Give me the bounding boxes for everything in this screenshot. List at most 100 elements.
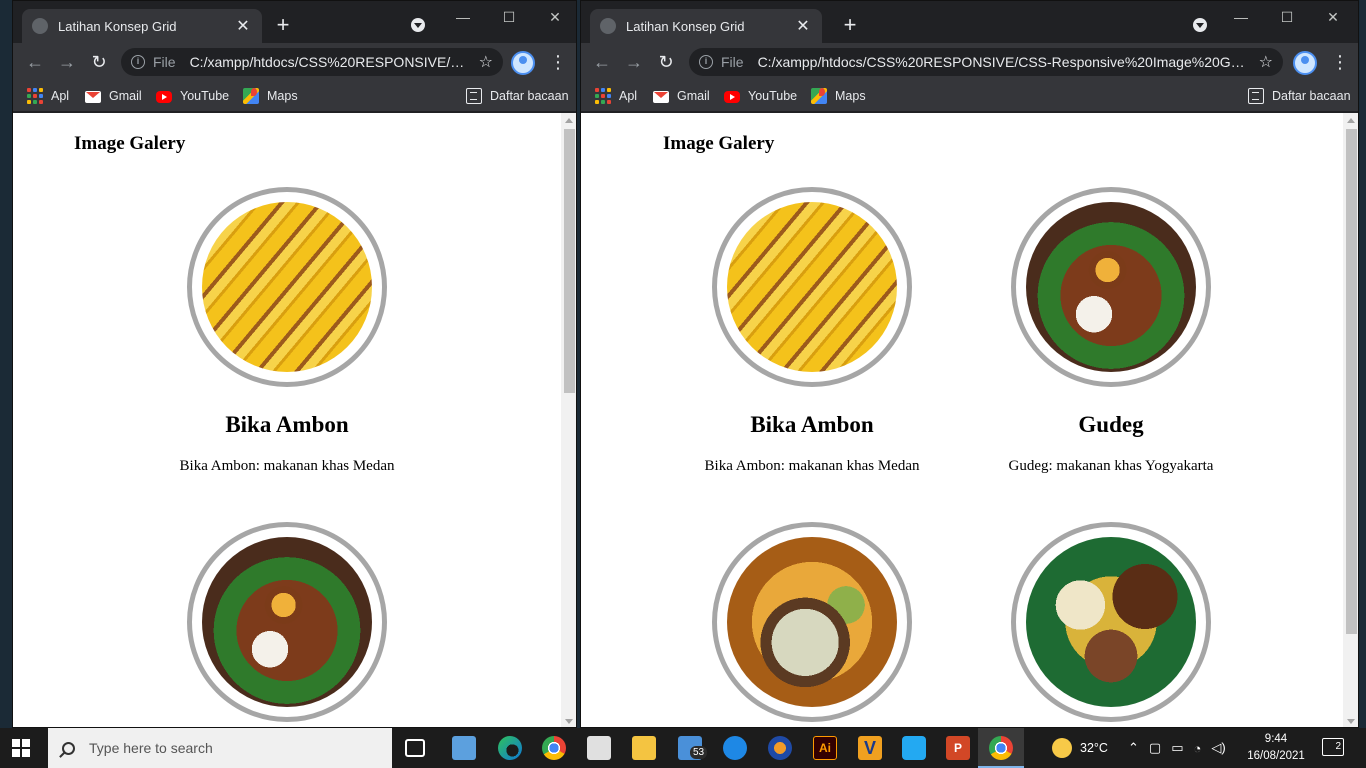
- chevron-up-icon[interactable]: ⌃: [1128, 740, 1139, 756]
- card-title: Bika Ambon: [750, 412, 874, 437]
- image-frame: [712, 522, 912, 722]
- profile-avatar[interactable]: [1293, 51, 1317, 75]
- url-text[interactable]: C:/xampp/htdocs/CSS%20RESPONSIVE/CSS-Res…: [758, 54, 1251, 70]
- battery-icon[interactable]: ▭: [1171, 740, 1183, 756]
- back-icon[interactable]: ←: [591, 51, 613, 73]
- card-caption: Gudeg: makanan khas Yogyakarta: [1008, 458, 1214, 474]
- security-icon[interactable]: ▢: [1149, 740, 1161, 756]
- maximize-button[interactable]: ☐: [1264, 5, 1310, 29]
- reload-icon[interactable]: ↻: [88, 51, 110, 73]
- tab-search-icon[interactable]: [1193, 18, 1207, 32]
- reading-list-label: Daftar bacaan: [1272, 89, 1351, 103]
- close-window-button[interactable]: ✕: [1310, 5, 1356, 29]
- minimize-button[interactable]: —: [440, 5, 486, 29]
- bookmark-youtube[interactable]: YouTube: [724, 87, 797, 105]
- forward-icon[interactable]: →: [623, 51, 645, 73]
- vertical-scrollbar[interactable]: [1343, 113, 1358, 727]
- reading-list-button[interactable]: Daftar bacaan: [466, 87, 569, 105]
- profile-avatar[interactable]: [511, 51, 535, 75]
- file-explorer-icon[interactable]: [632, 736, 656, 760]
- bookmark-apps[interactable]: Apl: [595, 87, 637, 105]
- bookmark-label: YouTube: [748, 89, 798, 103]
- taskbar-search-box[interactable]: Type here to search: [48, 728, 392, 768]
- tab-search-icon[interactable]: [411, 18, 425, 32]
- bookmark-label: Gmail: [109, 89, 142, 103]
- new-tab-button[interactable]: +: [271, 13, 295, 37]
- scroll-up-arrow[interactable]: [565, 118, 573, 123]
- browser-toolbar: ← → ↻ i File C:/xampp/htdocs/CSS%20RESPO…: [13, 43, 576, 81]
- bookmarks-bar: Apl Gmail YouTube Maps Daftar bacaan: [581, 81, 1358, 112]
- task-view-icon[interactable]: [405, 739, 425, 757]
- image-frame: [1011, 187, 1211, 387]
- mail-badge: 53: [690, 746, 708, 759]
- reload-icon[interactable]: ↻: [655, 51, 677, 73]
- browser-tab[interactable]: Latihan Konsep Grid ✕: [22, 9, 262, 43]
- scrollbar-thumb[interactable]: [1346, 129, 1357, 634]
- mixed-dish-photo: [1026, 537, 1196, 707]
- control-panel-icon[interactable]: [452, 736, 476, 760]
- firefox-icon[interactable]: [768, 736, 792, 760]
- bookmark-gmail[interactable]: Gmail: [653, 87, 710, 105]
- bookmark-star-icon[interactable]: ☆: [1259, 52, 1273, 72]
- illustrator-icon[interactable]: Ai: [813, 736, 837, 760]
- windows-start-icon[interactable]: [12, 739, 30, 757]
- chrome-active-icon[interactable]: [989, 736, 1013, 760]
- volume-icon[interactable]: ◁): [1211, 740, 1225, 756]
- scroll-down-arrow[interactable]: [565, 719, 573, 724]
- page-title: Image Galery: [74, 133, 186, 154]
- bookmark-maps[interactable]: Maps: [243, 87, 298, 105]
- clock[interactable]: 9:44 16/08/2021: [1244, 731, 1308, 765]
- card-title: Bika Ambon: [225, 412, 349, 437]
- card-title: Gudeg: [1078, 412, 1144, 437]
- bookmark-gmail[interactable]: Gmail: [85, 87, 142, 105]
- weather-widget[interactable]: 32°C: [1052, 728, 1108, 768]
- maps-icon: [243, 88, 259, 104]
- edge-icon[interactable]: [498, 736, 522, 760]
- info-icon[interactable]: i: [131, 55, 145, 69]
- scroll-down-arrow[interactable]: [1347, 719, 1355, 724]
- address-bar[interactable]: i File C:/xampp/htdocs/CSS%20RESPONSIVE/…: [689, 48, 1283, 76]
- menu-icon[interactable]: ⋮: [1331, 51, 1349, 73]
- vscode-icon[interactable]: [902, 736, 926, 760]
- back-icon[interactable]: ←: [24, 51, 46, 73]
- maps-icon: [811, 88, 827, 104]
- globe-icon: [32, 18, 48, 34]
- minimize-button[interactable]: —: [1218, 5, 1264, 29]
- title-bar[interactable]: Latihan Konsep Grid ✕ + — ☐ ✕: [581, 1, 1358, 43]
- forward-icon[interactable]: →: [56, 51, 78, 73]
- info-icon[interactable]: i: [699, 55, 713, 69]
- bookmark-youtube[interactable]: YouTube: [156, 87, 229, 105]
- title-bar[interactable]: Latihan Konsep Grid ✕ + — ☐ ✕: [13, 1, 576, 43]
- menu-icon[interactable]: ⋮: [549, 51, 567, 73]
- vertical-scrollbar[interactable]: [561, 113, 576, 727]
- card-caption: Bika Ambon: makanan khas Medan: [704, 458, 920, 474]
- scrollbar-thumb[interactable]: [564, 129, 575, 393]
- url-text[interactable]: C:/xampp/htdocs/CSS%20RESPONSIVE/C...: [190, 54, 471, 70]
- bookmark-maps[interactable]: Maps: [811, 87, 866, 105]
- scheme-label: File: [153, 54, 176, 70]
- app-icon[interactable]: [723, 736, 747, 760]
- bookmark-apps[interactable]: Apl: [27, 87, 69, 105]
- close-window-button[interactable]: ✕: [532, 5, 576, 29]
- reading-list-icon: [466, 88, 482, 104]
- bookmark-star-icon[interactable]: ☆: [479, 52, 493, 72]
- new-tab-button[interactable]: +: [838, 13, 862, 37]
- reading-list-button[interactable]: Daftar bacaan: [1248, 87, 1351, 105]
- visual-paradigm-icon[interactable]: V: [858, 736, 882, 760]
- chrome-icon[interactable]: [542, 736, 566, 760]
- store-icon[interactable]: [587, 736, 611, 760]
- address-bar[interactable]: i File C:/xampp/htdocs/CSS%20RESPONSIVE/…: [121, 48, 503, 76]
- notification-center-icon[interactable]: 2: [1322, 738, 1344, 756]
- gallery-card: Gudeg Gudeg: makanan khas Yogyakarta: [961, 187, 1261, 476]
- maximize-button[interactable]: ☐: [486, 5, 532, 29]
- image-frame: [712, 187, 912, 387]
- wifi-icon[interactable]: ◔: [1194, 741, 1202, 756]
- search-placeholder: Type here to search: [89, 740, 213, 756]
- scroll-up-arrow[interactable]: [1347, 118, 1355, 123]
- browser-tab[interactable]: Latihan Konsep Grid ✕: [590, 9, 822, 43]
- powerpoint-icon[interactable]: P: [946, 736, 970, 760]
- close-tab-icon[interactable]: ✕: [794, 16, 812, 36]
- close-tab-icon[interactable]: ✕: [234, 16, 252, 36]
- tab-title: Latihan Konsep Grid: [58, 18, 177, 34]
- system-tray: ⌃ ▢ ▭ ◔ ◁): [1128, 728, 1226, 768]
